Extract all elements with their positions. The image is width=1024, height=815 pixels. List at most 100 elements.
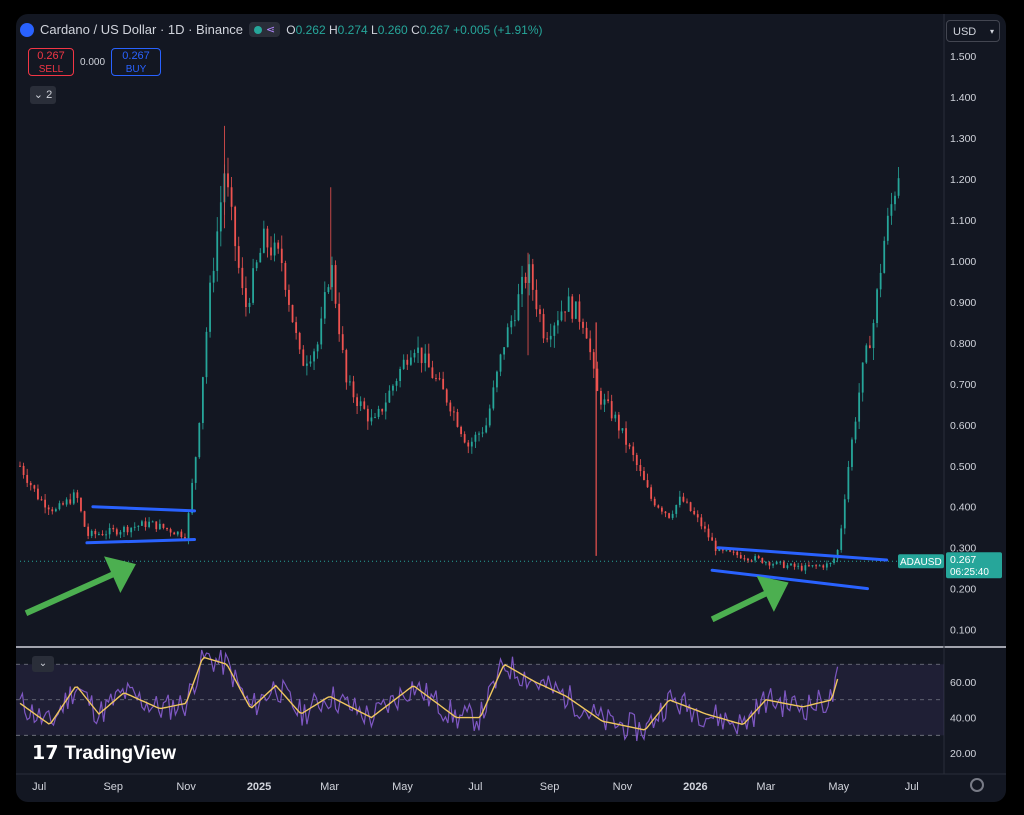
candle-body [628,444,631,447]
candle-body [273,242,276,256]
candle-body [542,314,545,339]
candle-body [739,555,742,559]
candle-body [607,399,610,402]
price-tick-label: 0.600 [950,420,976,432]
candle-body [162,523,165,528]
price-tick-label: 0.800 [950,338,976,350]
candle-body [133,526,136,528]
candle-body [370,417,373,422]
candle-body [323,292,326,319]
candle-body [585,327,588,339]
candle-body [108,527,111,535]
candle-body [198,422,201,458]
candle-body [22,465,25,475]
candle-body [280,248,283,264]
symbol-legend: Cardano / US Dollar · 1D · Binance ⋖ O0.… [20,22,543,37]
candle-body [503,347,506,355]
candle-body [478,433,480,435]
candle-body [754,556,757,561]
candle-body [316,344,319,352]
indicators-toggle[interactable]: ⌄ 2 [30,86,56,104]
candle-body [58,503,61,510]
candle-body [521,276,523,295]
settings-gear-icon[interactable] [970,778,984,792]
candle-body [284,263,287,290]
candle-body [499,354,502,372]
candle-body [270,247,272,256]
candle-body [352,381,355,398]
candle-body [230,187,233,207]
price-tag-value: 0.267 [950,554,976,566]
candle-body [582,321,584,328]
candle-body [610,401,613,419]
candle-body [62,503,64,505]
candle-body [467,442,470,447]
time-tick-label: Jul [468,781,482,793]
candle-body [510,320,513,328]
candle-body [592,352,595,369]
candle-body [854,421,857,440]
candle-body [488,408,491,426]
candle-body [438,378,441,380]
candle-body [589,338,592,353]
candle-body [546,338,549,340]
candle-body [689,502,692,511]
price-tick-label: 1.400 [950,92,976,104]
candle-body [87,526,90,536]
buy-button[interactable]: 0.267 BUY [111,48,162,76]
candle-body [660,507,663,512]
candle-body [141,521,143,526]
candle-body [825,563,828,568]
trendline [716,546,889,562]
price-chart[interactable]: 0.1000.2000.3000.4000.5000.6000.7000.800… [16,14,1006,802]
candle-body [259,252,262,263]
candle-body [388,390,391,403]
candle-body [298,332,301,350]
candle-body [808,565,810,567]
candle-body [886,215,889,241]
candle-body [571,296,574,319]
candle-body [51,509,54,512]
candle-body [603,399,606,405]
rsi-collapse-button[interactable]: ⌄ [32,656,54,672]
candle-body [201,377,204,423]
sell-button[interactable]: 0.267 SELL [28,48,74,76]
candle-body [349,381,351,383]
candle-body [865,345,868,363]
candle-body [69,499,72,504]
candle-body [714,540,717,551]
candle-body [331,265,333,288]
candle-body [524,276,527,283]
time-tick-label: Jul [32,781,46,793]
candle-body [234,206,237,247]
candle-body [180,531,183,538]
price-tick-label: 0.400 [950,502,976,514]
time-tick-label: May [828,781,849,793]
market-status[interactable]: ⋖ [249,22,281,37]
candle-body [338,303,341,335]
candle-body [151,521,154,523]
candle-body [485,425,488,433]
candle-body [277,242,280,249]
candle-body [872,323,875,349]
candle-body [345,350,348,383]
candle-body [44,499,47,508]
candle-body [736,551,739,556]
price-tick-label: 0.100 [950,625,976,637]
candle-body [187,513,190,540]
candle-body [686,501,688,503]
candle-body [453,411,455,413]
rsi-tick-label: 40.00 [950,713,976,725]
currency-select[interactable]: USD ▾ [946,20,1000,42]
candle-body [492,387,495,409]
candle-body [295,322,298,333]
sell-price: 0.267 [37,50,65,62]
candle-body [334,265,337,304]
candle-body [876,289,878,324]
rsi-tick-label: 60.00 [950,677,976,689]
candle-body [675,504,678,514]
candle-body [460,426,462,435]
symbol-title[interactable]: Cardano / US Dollar · 1D · Binance [40,22,243,37]
candle-body [768,562,771,566]
candle-body [678,496,681,505]
